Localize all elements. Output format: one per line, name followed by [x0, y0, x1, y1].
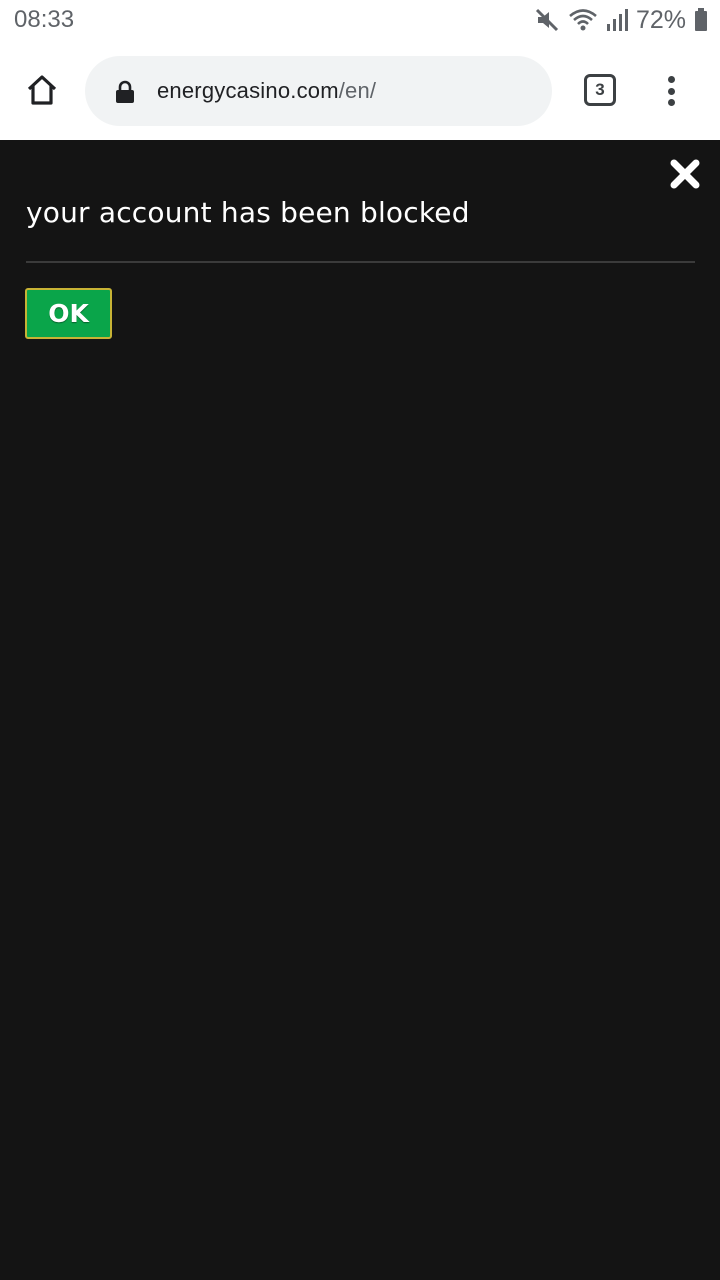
tab-switcher-button[interactable]: 3 — [584, 74, 616, 106]
signal-icon — [606, 7, 628, 33]
ok-button[interactable]: OK — [25, 288, 112, 339]
status-time: 08:33 — [14, 6, 75, 33]
url-path: /en/ — [338, 78, 377, 103]
dialog-message: your account has been blocked — [26, 196, 470, 229]
battery-icon — [694, 7, 708, 33]
divider — [26, 261, 695, 263]
address-bar[interactable]: energycasino.com/en/ — [85, 56, 552, 126]
page-content: your account has been blocked OK — [0, 140, 720, 1280]
url-text: energycasino.com/en/ — [157, 78, 376, 104]
home-button[interactable] — [20, 70, 64, 114]
status-bar: 08:33 72% — [0, 0, 720, 42]
more-menu-icon[interactable] — [658, 70, 684, 112]
battery-percent: 72% — [635, 5, 686, 34]
mute-icon — [534, 7, 560, 33]
wifi-icon — [568, 7, 598, 33]
lock-icon — [115, 80, 135, 109]
browser-toolbar: energycasino.com/en/ 3 — [0, 42, 720, 140]
close-icon[interactable] — [668, 157, 702, 191]
url-host: energycasino.com — [157, 78, 339, 103]
home-icon — [24, 72, 60, 113]
status-icons: 72% — [534, 5, 708, 35]
